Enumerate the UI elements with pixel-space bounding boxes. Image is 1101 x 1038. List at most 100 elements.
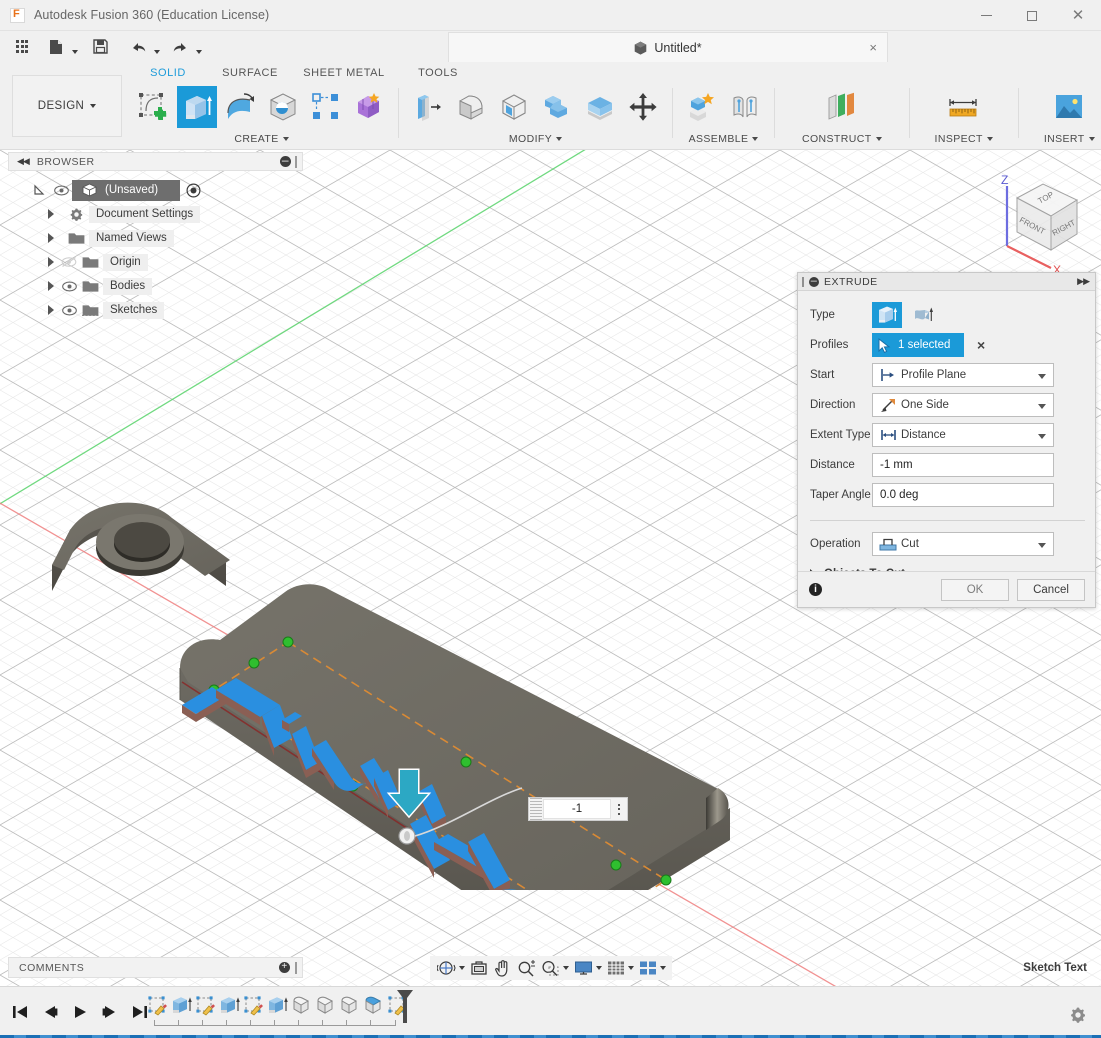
distance-value-editor[interactable]: -1 [528,797,628,821]
redo-caret-icon[interactable] [194,32,204,61]
add-comment-icon[interactable]: + [279,962,290,973]
tab-solid[interactable]: SOLID [130,63,206,83]
step-back-icon[interactable] [38,999,62,1025]
maximize-button[interactable] [1009,0,1055,31]
save-icon[interactable] [86,32,114,61]
tree-item-origin[interactable]: Origin [8,250,304,274]
tree-item-named-views[interactable]: Named Views [8,226,304,250]
step-forward-icon[interactable] [98,999,122,1025]
expand-arrow-icon[interactable] [44,303,58,317]
split-face-icon[interactable] [580,86,620,128]
info-icon[interactable]: i [809,583,822,596]
surface-extrude-icon[interactable] [908,302,938,328]
distance-value-input[interactable]: -1 [543,799,611,819]
expand-arrow-icon[interactable] [44,231,58,245]
rectangular-pattern-icon[interactable] [306,86,346,128]
orbit-icon[interactable] [434,957,459,979]
comments-resize-grip[interactable] [295,961,297,974]
undo-caret-icon[interactable] [152,32,162,61]
orbit-caret-icon[interactable] [459,957,467,979]
undo-icon[interactable] [124,32,152,61]
expand-arrow-icon[interactable] [44,207,58,221]
timeline-extrude-1[interactable] [170,991,194,1021]
tree-item-unsaved[interactable]: (Unsaved) [8,178,304,202]
ok-button[interactable]: OK [941,578,1009,601]
browser-resize-grip[interactable] [295,155,297,168]
timeline-fillet-3[interactable] [338,991,362,1021]
timeline-sketch-2[interactable] [194,991,218,1021]
new-component-icon[interactable] [682,86,722,128]
offset-plane-icon[interactable] [822,86,862,128]
go-to-beginning-icon[interactable] [8,999,32,1025]
view-cube[interactable]: TOP FRONT RIGHT Z X [965,164,1095,274]
browser-header[interactable]: ◀◀ BROWSER – [8,152,303,171]
new-file-icon[interactable] [42,32,70,61]
activate-component-icon[interactable] [186,182,201,198]
profile-extrude-icon[interactable] [872,302,902,328]
dialog-expand-icon[interactable]: ▶▶ [1077,276,1090,287]
joint-icon[interactable] [725,86,765,128]
expand-arrow-icon[interactable] [44,255,58,269]
document-tab[interactable]: Untitled* × [448,32,888,62]
dialog-grip-icon[interactable] [802,276,804,287]
cancel-button[interactable]: Cancel [1017,578,1085,601]
grid-snaps-icon[interactable] [604,957,628,979]
play-icon[interactable] [68,999,92,1025]
more-options-icon[interactable] [611,803,627,815]
start-dropdown[interactable]: Profile Plane [872,363,1054,387]
tree-item-bodies[interactable]: Bodies [8,274,304,298]
minimize-browser-icon[interactable]: – [280,154,291,167]
timeline-chamfer-1[interactable] [362,991,386,1021]
tab-sheet-metal[interactable]: SHEET METAL [294,63,394,83]
app-grid-icon[interactable] [8,32,36,61]
new-file-caret-icon[interactable] [70,32,80,61]
tab-tools[interactable]: TOOLS [394,63,482,83]
create-sketch-icon[interactable] [134,86,174,128]
insert-image-icon[interactable] [1049,86,1089,128]
display-settings-icon[interactable] [571,957,596,979]
profiles-selection-button[interactable]: 1 selected [872,333,964,357]
timeline-sketch-1[interactable] [146,991,170,1021]
keychain-3d-model[interactable] [30,390,790,890]
workspace-selector[interactable]: DESIGN [12,75,122,137]
close-button[interactable]: ✕ [1055,0,1101,31]
minimize-button[interactable] [963,0,1009,31]
panel-modify-label[interactable]: MODIFY [509,130,563,148]
grid-snaps-caret-icon[interactable] [628,957,636,979]
direction-dropdown[interactable]: One Side [872,393,1054,417]
panel-insert-label[interactable]: INSERT [1044,130,1095,148]
operation-dropdown[interactable]: Cut [872,532,1054,556]
panel-construct-label[interactable]: CONSTRUCT [802,130,882,148]
viewports-icon[interactable] [636,957,660,979]
fillet-icon[interactable] [451,86,491,128]
display-settings-caret-icon[interactable] [596,957,604,979]
timeline-extrude-3[interactable] [266,991,290,1021]
measure-icon[interactable] [944,86,984,128]
settings-gear-icon[interactable] [1069,1006,1087,1024]
tree-item-sketches[interactable]: Sketches [8,298,304,322]
expand-arrow-icon[interactable] [44,279,58,293]
move-copy-icon[interactable] [623,86,663,128]
visibility-eye-icon[interactable] [58,305,80,316]
taper-angle-input[interactable]: 0.0 deg [872,483,1054,507]
extrude-icon[interactable] [177,86,217,128]
zoom-window-icon[interactable] [538,957,563,979]
timeline-fillet-2[interactable] [314,991,338,1021]
collapse-panel-icon[interactable]: ◀◀ [17,156,30,167]
tree-expand-root-icon[interactable] [28,184,50,196]
panel-assemble-label[interactable]: ASSEMBLE [689,130,759,148]
redo-icon[interactable] [166,32,194,61]
zoom-icon[interactable] [514,957,538,979]
clear-profiles-icon[interactable]: × [977,338,985,352]
tree-item-document-settings[interactable]: Document Settings [8,202,304,226]
tab-surface[interactable]: SURFACE [206,63,294,83]
timeline-fillet-1[interactable] [290,991,314,1021]
look-at-icon[interactable] [467,957,491,979]
viewports-caret-icon[interactable] [660,957,668,979]
extent-type-dropdown[interactable]: Distance [872,423,1054,447]
comments-panel[interactable]: COMMENTS + [8,957,303,978]
timeline-sketch-3[interactable] [242,991,266,1021]
distance-input[interactable]: -1 mm [872,453,1054,477]
visibility-eye-icon[interactable] [58,281,80,292]
combine-icon[interactable] [537,86,577,128]
